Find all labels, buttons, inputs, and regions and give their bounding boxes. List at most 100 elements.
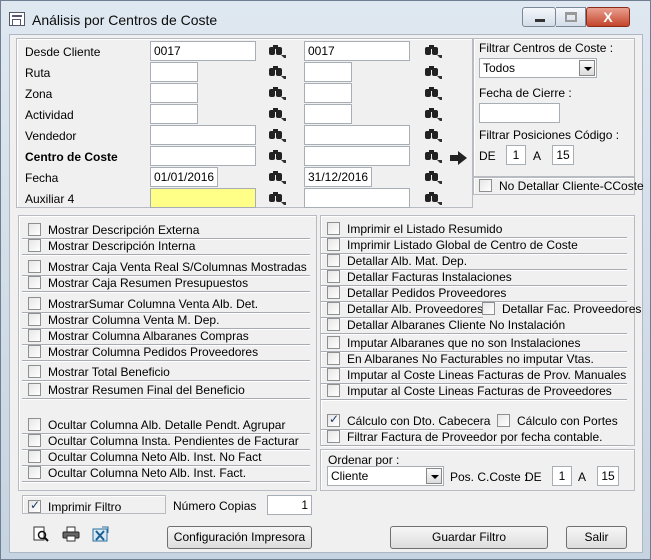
checkbox-icon[interactable] [327, 336, 340, 349]
filter-from-input[interactable] [150, 41, 256, 61]
checkbox-icon[interactable] [327, 254, 340, 267]
checkbox-icon[interactable] [327, 318, 340, 331]
checkbox-icon[interactable] [28, 498, 41, 513]
checkbox-icon[interactable] [327, 302, 340, 315]
checkbox-icon[interactable] [327, 352, 340, 365]
filter-from-input[interactable] [150, 125, 256, 145]
checkbox-icon[interactable] [482, 302, 495, 315]
option-checkbox[interactable]: Mostrar Total Beneficio [28, 364, 170, 379]
checkbox-icon[interactable] [28, 260, 41, 273]
checkbox-icon[interactable] [28, 239, 41, 252]
filter-from-input[interactable] [150, 188, 256, 208]
excel-export-icon[interactable] [92, 526, 110, 542]
search-from-icon[interactable] [268, 107, 286, 121]
search-to-icon[interactable] [424, 149, 442, 163]
print-preview-icon[interactable] [32, 526, 50, 542]
option-checkbox[interactable]: Filtrar Factura de Proveedor por fecha c… [327, 429, 602, 444]
option-checkbox[interactable]: Detallar Facturas Instalaciones [327, 269, 512, 284]
filter-to-input[interactable] [304, 62, 352, 82]
search-from-icon[interactable] [268, 170, 286, 184]
checkbox-icon[interactable] [327, 270, 340, 283]
checkbox-icon[interactable] [497, 414, 510, 427]
search-from-icon[interactable] [268, 149, 286, 163]
checkbox-icon[interactable] [28, 450, 41, 463]
ordenar-select[interactable]: Cliente [327, 466, 444, 486]
option-checkbox[interactable]: Detallar Albaranes Cliente No Instalació… [327, 317, 565, 332]
option-checkbox[interactable]: Ocultar Columna Insta. Pendientes de Fac… [28, 433, 299, 448]
search-to-icon[interactable] [424, 86, 442, 100]
checkbox-icon[interactable] [28, 383, 41, 396]
filter-from-input[interactable] [150, 62, 198, 82]
search-from-icon[interactable] [268, 191, 286, 205]
search-to-icon[interactable] [424, 65, 442, 79]
guardar-filtro-button[interactable]: Guardar Filtro [390, 526, 548, 549]
pos-de-input[interactable] [552, 466, 572, 486]
option-checkbox[interactable]: Cálculo con Portes [497, 413, 618, 428]
checkbox-icon[interactable] [327, 368, 340, 381]
search-to-icon[interactable] [424, 44, 442, 58]
checkbox-icon[interactable] [28, 276, 41, 289]
checkbox-icon[interactable] [28, 313, 41, 326]
option-checkbox[interactable]: Imputar Albaranes que no son Instalacion… [327, 335, 580, 350]
option-checkbox[interactable]: Imprimir Listado Global de Centro de Cos… [327, 237, 578, 252]
option-checkbox[interactable]: Mostrar Columna Pedidos Proveedores [28, 344, 258, 359]
option-checkbox[interactable]: Mostrar Descripción Externa [28, 222, 199, 237]
filter-from-input[interactable] [150, 83, 198, 103]
option-checkbox[interactable]: Ocultar Columna Neto Alb. Inst. Fact. [28, 465, 246, 480]
pos-a-input[interactable] [597, 466, 619, 486]
checkbox-icon[interactable] [327, 222, 340, 235]
filter-from-input[interactable] [150, 146, 256, 166]
filter-from-input[interactable] [150, 167, 218, 187]
chevron-down-icon[interactable] [579, 60, 595, 76]
filter-from-input[interactable] [150, 104, 198, 124]
search-from-icon[interactable] [268, 44, 286, 58]
salir-button[interactable]: Salir [566, 526, 627, 549]
checkbox-icon[interactable] [327, 238, 340, 251]
checkbox-icon[interactable] [28, 418, 41, 431]
checkbox-icon[interactable] [327, 412, 340, 427]
option-checkbox[interactable]: Mostrar Columna Albaranes Compras [28, 328, 249, 343]
checkbox-icon[interactable] [28, 223, 41, 236]
option-checkbox[interactable]: Imprimir el Listado Resumido [327, 221, 502, 236]
search-from-icon[interactable] [268, 86, 286, 100]
checkbox-icon[interactable] [28, 345, 41, 358]
minimize-button[interactable] [522, 7, 556, 27]
chevron-down-icon[interactable] [426, 468, 442, 484]
option-checkbox[interactable]: MostrarSumar Columna Venta Alb. Det. [28, 296, 258, 311]
search-to-icon[interactable] [424, 191, 442, 205]
no-detallar-checkbox[interactable]: No Detallar Cliente-CCoste [479, 178, 644, 193]
checkbox-icon[interactable] [479, 179, 492, 192]
posiciones-de-input[interactable] [506, 145, 526, 165]
option-checkbox[interactable]: Mostrar Caja Resumen Presupuestos [28, 275, 248, 290]
option-checkbox[interactable]: Detallar Pedidos Proveedores [327, 285, 506, 300]
filter-to-input[interactable] [304, 41, 410, 61]
configuracion-impresora-button[interactable]: Configuración Impresora [167, 526, 312, 549]
option-checkbox[interactable]: Mostrar Descripción Interna [28, 238, 195, 253]
option-checkbox[interactable]: Detallar Alb. Proveedores [327, 301, 483, 316]
maximize-button[interactable] [556, 7, 586, 27]
filter-to-input[interactable] [304, 104, 352, 124]
filter-to-input[interactable] [304, 167, 372, 187]
close-button[interactable]: X [586, 7, 630, 27]
filter-to-input[interactable] [304, 146, 410, 166]
checkbox-icon[interactable] [28, 297, 41, 310]
option-checkbox[interactable]: Mostrar Caja Venta Real S/Columnas Mostr… [28, 259, 307, 274]
search-to-icon[interactable] [424, 107, 442, 121]
option-checkbox[interactable]: En Albaranes No Facturables no imputar V… [327, 351, 594, 366]
search-from-icon[interactable] [268, 65, 286, 79]
printer-icon[interactable] [62, 526, 80, 542]
checkbox-icon[interactable] [327, 430, 340, 443]
checkbox-icon[interactable] [327, 286, 340, 299]
checkbox-icon[interactable] [28, 365, 41, 378]
option-checkbox[interactable]: Mostrar Resumen Final del Beneficio [28, 382, 245, 397]
imprimir-filtro-checkbox[interactable]: Imprimir Filtro [28, 498, 121, 514]
option-checkbox[interactable]: Ocultar Columna Alb. Detalle Pendt. Agru… [28, 417, 285, 432]
filter-to-input[interactable] [304, 125, 410, 145]
fecha-cierre-input[interactable] [479, 103, 560, 123]
filtrar-centros-select[interactable]: Todos [479, 58, 597, 78]
option-checkbox[interactable]: Cálculo con Dto. Cabecera [327, 412, 490, 428]
filter-to-input[interactable] [304, 188, 410, 208]
numero-copias-input[interactable] [267, 495, 312, 515]
checkbox-icon[interactable] [327, 384, 340, 397]
option-checkbox[interactable]: Imputar al Coste Lineas Facturas de Prov… [327, 367, 626, 382]
